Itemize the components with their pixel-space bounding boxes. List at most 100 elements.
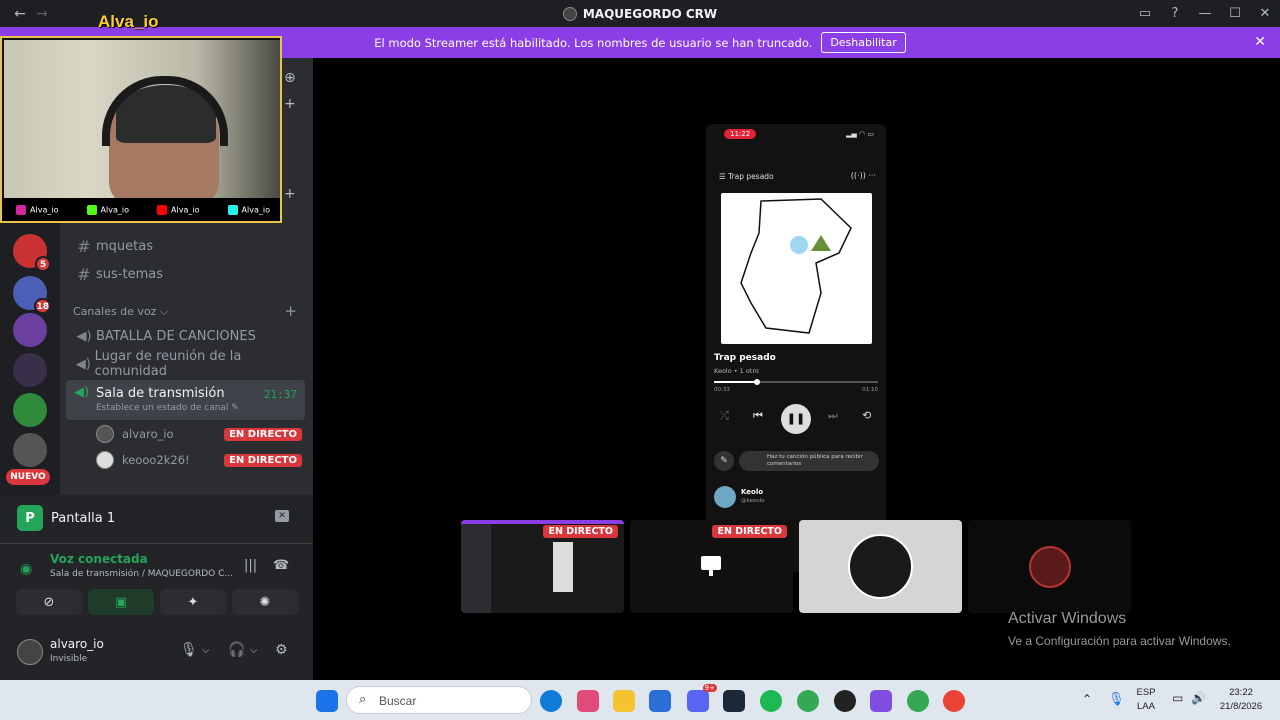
edit-icon: ✎ <box>714 451 734 471</box>
network-icon[interactable]: ▭ <box>1172 691 1183 705</box>
phone-stream[interactable]: 11:22 ▂▄ ◠ ▭ ☰ Trap pesado ((·)) ··· Tra… <box>706 124 886 572</box>
close-window-button[interactable]: ✕ <box>1250 6 1280 21</box>
chrome-profile-icon[interactable] <box>907 690 929 712</box>
server-icon[interactable]: 18 <box>13 276 51 314</box>
forward-button[interactable]: → <box>32 4 52 24</box>
headphones-icon[interactable]: 🎧 <box>228 642 245 658</box>
title-bar: ← → MAQUEGORDO CRW ▭ ? — ☐ ✕ <box>0 0 1280 27</box>
window-controls: ▭ ? — ☐ ✕ <box>1130 0 1280 27</box>
song-artist: Keolo • 1 otro <box>714 367 759 375</box>
active-voice-channel[interactable]: ◀) Sala de transmisión 21:37 Establece u… <box>66 380 305 420</box>
pause-icon: ❚❚ <box>781 404 811 434</box>
server-icon[interactable]: 5 <box>13 234 51 272</box>
obs-icon[interactable] <box>834 690 856 712</box>
gear-icon[interactable]: ⚙ <box>275 642 288 658</box>
twitch-icon[interactable] <box>870 690 892 712</box>
add-icon[interactable]: + <box>284 186 296 202</box>
stream-tile[interactable]: EN DIRECTO <box>630 520 793 613</box>
help-icon[interactable]: ? <box>1160 6 1190 21</box>
store-icon[interactable] <box>649 690 671 712</box>
language-indicator[interactable]: ESP LAA <box>1132 687 1160 712</box>
voice-channel-batalla[interactable]: ◀) BATALLA DE CANCIONES <box>72 323 305 349</box>
search-box[interactable]: ⌕ Buscar <box>346 686 532 714</box>
server-rail: 5 18 <box>0 223 60 495</box>
file-explorer-icon[interactable] <box>613 690 635 712</box>
next-icon: ⏭ <box>828 409 838 422</box>
channel-mquetas[interactable]: # mquetas <box>72 233 305 259</box>
soundboard-button[interactable]: ✺ <box>232 589 298 615</box>
inbox-icon[interactable]: ▭ <box>1130 6 1160 21</box>
map-artwork <box>740 198 852 334</box>
user-name[interactable]: alvaro_io <box>50 637 104 651</box>
edge-icon[interactable] <box>540 690 562 712</box>
new-badge[interactable]: NUEVO <box>6 469 50 485</box>
voice-channel-lugar[interactable]: ◀) Lugar de reunión de la comunidad <box>72 349 305 379</box>
clock[interactable]: 23:22 21/8/2026 <box>1216 687 1266 712</box>
server-icon[interactable] <box>13 393 47 427</box>
chevron-down-icon[interactable]: ⌵ <box>202 645 210 656</box>
screen-app-icon: P <box>17 505 43 531</box>
progress-bar <box>714 379 878 385</box>
voice-member[interactable]: alvaro_io EN DIRECTO <box>96 423 302 445</box>
mic-tray-icon[interactable]: 🎙 <box>1108 691 1125 707</box>
shuffle-icon: ⤮ <box>720 409 729 422</box>
server-icon[interactable] <box>13 353 47 387</box>
discord-icon[interactable]: 9+ <box>687 684 717 712</box>
chrome-icon[interactable] <box>797 690 819 712</box>
voice-connected-label[interactable]: Voz conectada <box>50 552 148 566</box>
headset <box>102 76 228 146</box>
previous-icon: ⏮ <box>753 409 763 422</box>
stream-tile[interactable]: EN DIRECTO <box>461 520 624 613</box>
back-button[interactable]: ← <box>10 4 30 24</box>
voice-member[interactable]: keooo2k26! EN DIRECTO <box>96 449 302 471</box>
banner-close-icon[interactable]: ✕ <box>1254 34 1266 50</box>
mention-badge: 18 <box>34 298 51 314</box>
stream-tile[interactable] <box>968 520 1131 613</box>
instagram-handle: Alva_io <box>16 204 58 215</box>
chevron-down-icon[interactable]: ⌵ <box>250 645 258 656</box>
stream-tile[interactable] <box>799 520 962 613</box>
signal-icon[interactable]: ◉ <box>20 561 32 577</box>
add-channel-icon[interactable]: + <box>284 302 297 320</box>
avatar <box>96 425 114 443</box>
noise-suppression-icon[interactable]: ||| <box>244 558 257 573</box>
status-bar-icons: ▂▄ ◠ ▭ <box>846 130 874 138</box>
voice-location[interactable]: Sala de transmisión / MAQUEGORDO C... <box>50 569 233 579</box>
share-screen-button[interactable]: ▣ <box>88 589 154 615</box>
camera-off-button[interactable]: ⊘ <box>16 589 82 615</box>
spotify-icon[interactable] <box>760 690 782 712</box>
taskbar: ⌕ Buscar 9+ ⌃ 🎙 ESP LAA ▭ 🔊 23:22 21/8/2… <box>0 680 1280 720</box>
microphone-icon[interactable]: 🎙 <box>180 642 198 658</box>
disable-streamer-button[interactable]: Deshabilitar <box>821 32 906 53</box>
server-icon[interactable] <box>13 433 47 467</box>
member-name: keooo2k26! <box>122 453 190 467</box>
steam-icon[interactable] <box>723 690 745 712</box>
chrome-icon-2[interactable] <box>943 690 965 712</box>
channel-sus-temas[interactable]: # sus-temas <box>72 261 305 287</box>
add-friend-icon[interactable]: ⊕ <box>284 70 296 86</box>
discord-badge: 9+ <box>702 684 717 692</box>
active-channel-name: Sala de transmisión <box>96 386 225 401</box>
live-badge: EN DIRECTO <box>543 525 618 538</box>
tiktok-handle: Alva_io <box>227 204 270 215</box>
channel-status[interactable]: Establece un estado de canal ✎ <box>96 403 239 413</box>
activities-button[interactable]: ✦ <box>160 589 226 615</box>
add-icon[interactable]: + <box>284 96 296 112</box>
server-icon[interactable] <box>13 313 47 347</box>
avatar[interactable] <box>17 639 43 665</box>
social-handles: Alva_io Alva_io Alva_io Alva_io <box>2 198 280 221</box>
stop-share-icon[interactable]: ✕ <box>275 510 289 522</box>
webcam-overlay: Alva_io Alva_io Alva_io Alva_io <box>0 36 282 223</box>
volume-icon[interactable]: 🔊 <box>1191 691 1206 705</box>
tray-expand-icon[interactable]: ⌃ <box>1082 692 1092 706</box>
maximize-button[interactable]: ☐ <box>1220 6 1250 21</box>
voice-category[interactable]: Canales de voz ⌵ <box>73 305 168 319</box>
minimize-button[interactable]: — <box>1190 6 1220 21</box>
phone-clock: 11:22 <box>724 129 757 139</box>
windows-start-icon[interactable] <box>316 690 338 712</box>
disconnect-icon[interactable]: ☎ <box>273 558 289 573</box>
repeat-icon: ⟲ <box>862 409 872 422</box>
copilot-icon[interactable] <box>577 690 599 712</box>
hash-icon: # <box>77 236 91 256</box>
live-badge: EN DIRECTO <box>224 453 302 467</box>
